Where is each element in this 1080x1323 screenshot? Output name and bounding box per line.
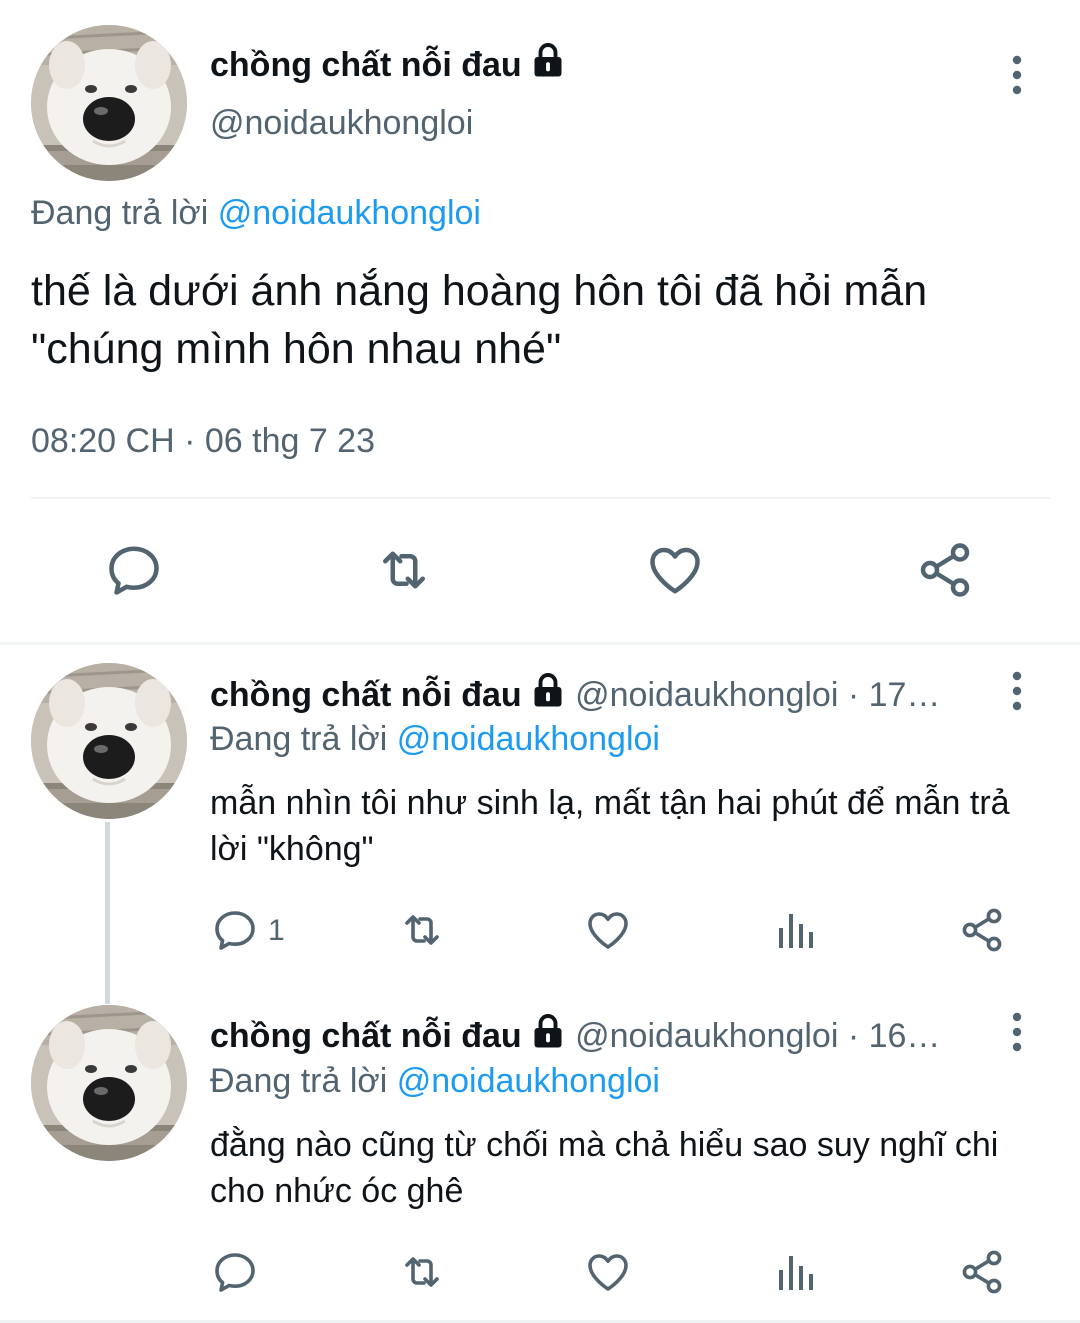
reply-actions: 1 (0, 906, 1080, 962)
tweet-text: thế là dưới ánh nắng hoàng hôn tôi đã hỏ… (31, 267, 928, 373)
reply-avatar[interactable] (31, 1005, 187, 1161)
tweet-timestamp[interactable]: 08:20 CH · 06 thg 7 23 (31, 422, 375, 461)
reply-icon[interactable] (211, 1248, 259, 1296)
reply-text: mẫn nhìn tôi như sinh lạ, mất tận hai ph… (210, 784, 1010, 868)
reply-actions (0, 1248, 1080, 1304)
replying-to-mention[interactable]: @noidaukhongloi (218, 194, 481, 232)
reply-author-name: chồng chất nỗi đau (210, 676, 522, 714)
replying-to-mention[interactable]: @noidaukhongloi (397, 720, 660, 758)
reply-count: 1 (268, 914, 285, 947)
reply-text: đằng nào cũng từ chối mà chả hiểu sao su… (210, 1126, 999, 1210)
retweet-icon[interactable] (398, 1248, 446, 1296)
share-icon[interactable] (958, 1248, 1006, 1296)
share-icon[interactable] (915, 540, 975, 600)
replying-to: Đang trả lời @noidaukhongloi (210, 1062, 660, 1101)
more-icon[interactable] (1000, 668, 1034, 714)
author-display-name: chồng chất nỗi đau (210, 46, 522, 84)
more-icon[interactable] (1000, 1009, 1034, 1055)
replying-prefix: Đang trả lời (210, 720, 388, 758)
more-icon[interactable] (1000, 52, 1034, 98)
replying-to: Đang trả lời @noidaukhongloi (31, 194, 481, 233)
retweet-icon[interactable] (374, 540, 434, 600)
lock-icon (530, 42, 566, 78)
reply-icon[interactable] (104, 540, 164, 600)
retweet-icon[interactable] (398, 906, 446, 954)
reply-meta: @noidaukhongloi · 16… (575, 1017, 941, 1055)
author-avatar[interactable] (31, 25, 187, 181)
reply-header[interactable]: chồng chất nỗi đau @noidaukhongloi · 16… (210, 1013, 990, 1056)
like-icon[interactable] (645, 540, 705, 600)
replying-prefix: Đang trả lời (31, 194, 209, 232)
author-handle[interactable]: @noidaukhongloi (210, 104, 473, 143)
tweet-actions (0, 540, 1080, 610)
avatar-image (31, 1005, 187, 1161)
replying-to: Đang trả lời @noidaukhongloi (210, 720, 660, 759)
share-icon[interactable] (958, 906, 1006, 954)
reply-author-name: chồng chất nỗi đau (210, 1017, 522, 1055)
author-name[interactable]: chồng chất nỗi đau (210, 42, 566, 85)
views-icon[interactable] (771, 1248, 819, 1296)
replying-to-mention[interactable]: @noidaukhongloi (397, 1062, 660, 1100)
reply-meta: @noidaukhongloi · 17… (575, 676, 941, 714)
reply-avatar[interactable] (31, 663, 187, 819)
replying-prefix: Đang trả lời (210, 1062, 388, 1100)
divider (31, 497, 1050, 499)
avatar-image (31, 25, 187, 181)
like-icon[interactable] (584, 906, 632, 954)
like-icon[interactable] (584, 1248, 632, 1296)
section-divider (0, 642, 1080, 645)
reply-header[interactable]: chồng chất nỗi đau @noidaukhongloi · 17… (210, 672, 990, 715)
views-icon[interactable] (771, 906, 819, 954)
reply-icon[interactable] (211, 906, 259, 954)
lock-icon (530, 1013, 566, 1049)
lock-icon (530, 672, 566, 708)
avatar-image (31, 663, 187, 819)
